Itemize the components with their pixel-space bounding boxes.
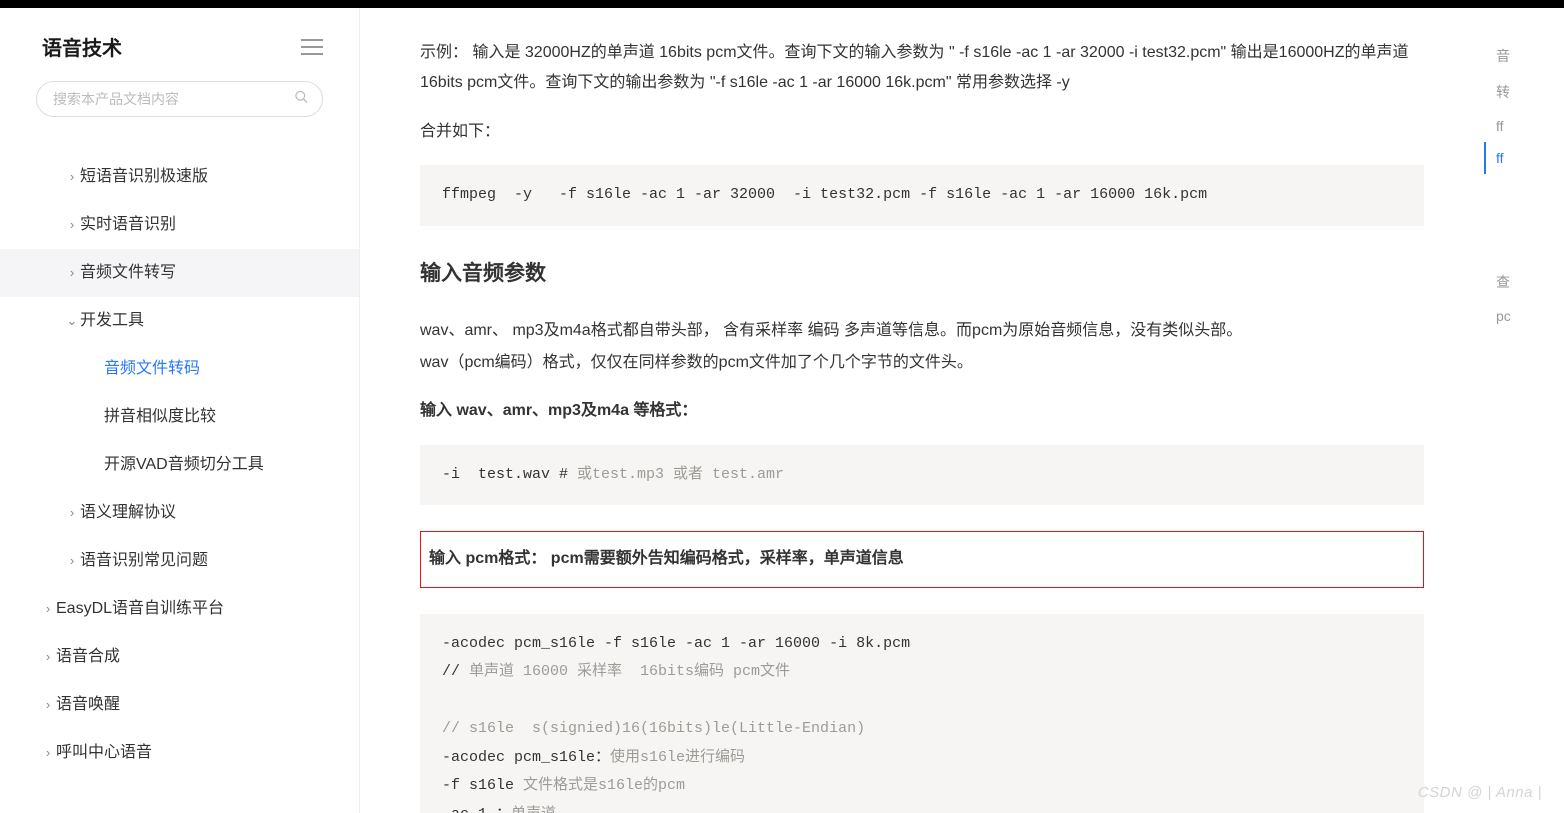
sidebar-item[interactable]: ›语音唤醒 [0, 681, 359, 729]
toc-item[interactable]: ff [1484, 142, 1564, 174]
sidebar-item[interactable]: ›语义理解协议 [0, 489, 359, 537]
paragraph-merge: 合并如下： [420, 117, 1424, 147]
toc-item[interactable]: ff [1484, 110, 1564, 142]
heading-input-audio: 输入音频参数 [420, 254, 1424, 294]
highlight-pcm-format: 输入 pcm格式： pcm需要额外告知编码格式，采样率，单声道信息 [420, 531, 1424, 587]
sidebar-item[interactable]: ›EasyDL语音自训练平台 [0, 585, 359, 633]
sidebar-item[interactable]: 音频文件转码 [0, 345, 359, 393]
code-block-3: -acodec pcm_s16le -f s16le -ac 1 -ar 160… [420, 614, 1424, 813]
sidebar-nav: ›短语音识别极速版›实时语音识别›音频文件转写⌄开发工具音频文件转码拼音相似度比… [0, 153, 359, 777]
paragraph-desc1: wav、amr、 mp3及m4a格式都自带头部， 含有采样率 编码 多声道等信息… [420, 316, 1424, 346]
sidebar: 语音技术 ›短语音识别极速版›实时语音识别›音频文件转写⌄开发工具音频文件转码拼… [0, 8, 360, 813]
sidebar-item-label: 拼音相似度比较 [104, 408, 216, 425]
sidebar-item-label: 语音唤醒 [56, 696, 120, 713]
sidebar-item-label: 语义理解协议 [80, 504, 176, 521]
toc-item[interactable]: 音 [1484, 38, 1564, 74]
sidebar-item-label: 音频文件转写 [80, 264, 176, 281]
sidebar-item-label: 语音识别常见问题 [80, 552, 208, 569]
sidebar-item-label: 语音合成 [56, 648, 120, 665]
sidebar-item[interactable]: ›呼叫中心语音 [0, 729, 359, 777]
sidebar-item-label: EasyDL语音自训练平台 [56, 600, 224, 617]
toc-item[interactable]: 转 [1484, 74, 1564, 110]
sidebar-item[interactable]: ›语音合成 [0, 633, 359, 681]
sidebar-item-label: 短语音识别极速版 [80, 168, 208, 185]
chevron-icon: ⌄ [64, 311, 80, 331]
sidebar-title: 语音技术 [42, 32, 122, 61]
sidebar-item[interactable]: 开源VAD音频切分工具 [0, 441, 359, 489]
chevron-icon: › [64, 551, 80, 571]
chevron-icon: › [64, 167, 80, 187]
chevron-icon: › [40, 599, 56, 619]
chevron-icon: › [40, 743, 56, 763]
code-block-1: ffmpeg -y -f s16le -ac 1 -ar 32000 -i te… [420, 165, 1424, 226]
sidebar-item-label: 音频文件转码 [104, 360, 200, 377]
paragraph-desc2: wav（pcm编码）格式，仅仅在同样参数的pcm文件加了个几个字节的文件头。 [420, 348, 1424, 378]
sidebar-item[interactable]: ⌄开发工具 [0, 297, 359, 345]
code-text: ffmpeg -y -f s16le -ac 1 -ar 32000 -i te… [442, 186, 1207, 203]
toc-item[interactable]: pc [1484, 300, 1564, 332]
sidebar-item[interactable]: 拼音相似度比较 [0, 393, 359, 441]
chevron-icon: › [40, 647, 56, 667]
sidebar-item[interactable]: ›语音识别常见问题 [0, 537, 359, 585]
sidebar-item-label: 呼叫中心语音 [56, 744, 152, 761]
sidebar-item[interactable]: ›音频文件转写 [0, 249, 359, 297]
chevron-icon: › [64, 503, 80, 523]
sidebar-item-label: 开发工具 [80, 312, 144, 329]
top-bar [0, 0, 1564, 8]
search-input[interactable] [36, 81, 323, 117]
sidebar-item[interactable]: ›实时语音识别 [0, 201, 359, 249]
search-icon[interactable] [294, 90, 309, 109]
chevron-icon: › [64, 215, 80, 235]
hamburger-icon[interactable] [301, 39, 323, 55]
toc-item[interactable]: 查 [1484, 264, 1564, 300]
right-toc: 音转ffff查pc [1484, 8, 1564, 813]
chevron-icon: › [64, 263, 80, 283]
sidebar-item[interactable]: ›短语音识别极速版 [0, 153, 359, 201]
chevron-icon: › [40, 695, 56, 715]
paragraph-input-formats: 输入 wav、amr、mp3及m4a 等格式： [420, 396, 1424, 426]
code-block-2: -i test.wav # 或test.mp3 或者 test.amr [420, 445, 1424, 506]
main-content: 示例： 输入是 32000HZ的单声道 16bits pcm文件。查询下文的输入… [360, 8, 1484, 813]
sidebar-item-label: 实时语音识别 [80, 216, 176, 233]
paragraph-example: 示例： 输入是 32000HZ的单声道 16bits pcm文件。查询下文的输入… [420, 38, 1424, 99]
sidebar-item-label: 开源VAD音频切分工具 [104, 456, 264, 473]
